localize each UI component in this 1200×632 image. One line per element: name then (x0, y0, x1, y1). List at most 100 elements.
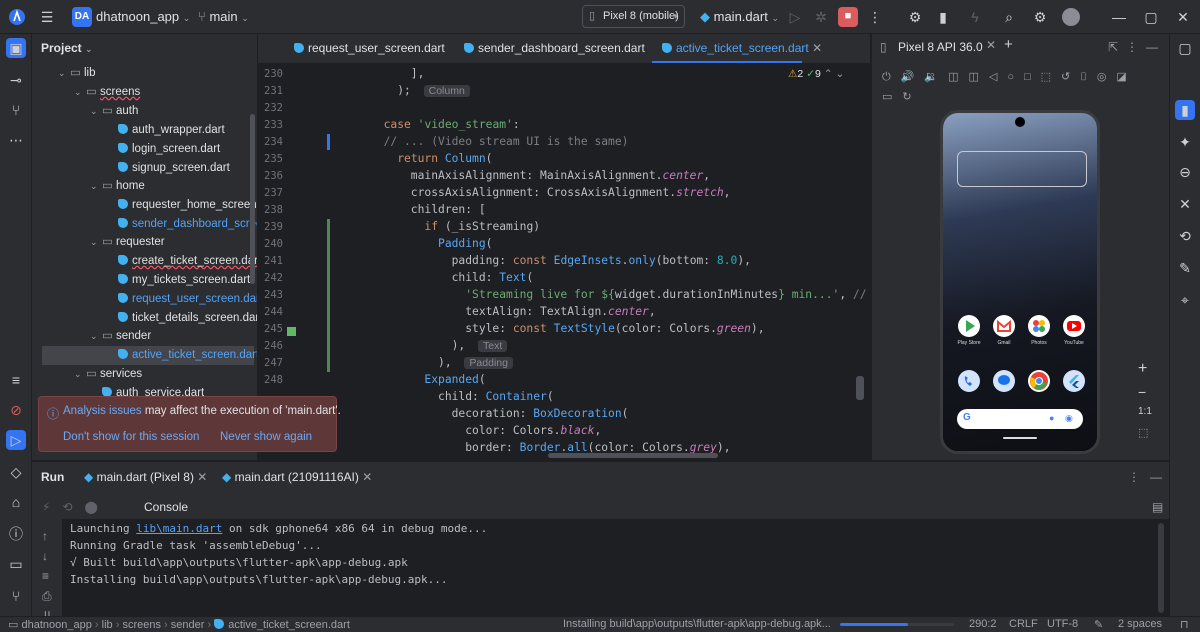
tree-file[interactable]: sender_dashboard_screen.dart (118, 215, 257, 234)
tab-sender-dashboard-screen[interactable]: sender_dashboard_screen.dart (464, 41, 645, 55)
device-selector[interactable]: ▯ Pixel 8 (mobile) ▾ (582, 5, 685, 28)
tree-folder-auth[interactable]: ⌄ ▭ auth (90, 102, 138, 121)
tree-file[interactable]: create_ticket_screen.dart (118, 252, 257, 271)
emulator-toolbar-2[interactable]: ▭↻ (882, 90, 922, 103)
color-swatch-green[interactable] (287, 327, 296, 336)
tab-request-user-screen[interactable]: request_user_screen.dart (294, 41, 445, 55)
analysis-issues-link[interactable]: Analysis issues (63, 405, 142, 417)
vcs-icon[interactable]: ⑂ (6, 586, 26, 606)
lock-icon[interactable]: ⊓ (1180, 618, 1189, 631)
close-tab-icon[interactable]: ✕ (812, 41, 822, 55)
tab-active-ticket-screen[interactable]: active_ticket_screen.dart ✕ (662, 41, 822, 55)
breadcrumb-item[interactable]: lib (102, 619, 113, 631)
device-manager-icon[interactable]: ▮ (934, 8, 952, 26)
run-tab-device2[interactable]: ◆ main.dart (21091116AI) ✕ (222, 470, 372, 484)
minimize-icon[interactable]: — (1110, 8, 1128, 26)
photos-app-icon[interactable] (1028, 315, 1050, 337)
youtube-app-icon[interactable] (1063, 315, 1085, 337)
close-icon[interactable]: ✕ (1174, 8, 1192, 26)
phone-frame[interactable]: Play Store Gmail Photos YouTube G ● ◉ (940, 110, 1100, 454)
close-tab-icon[interactable]: ✕ (197, 470, 207, 484)
gemini-icon[interactable]: ✦ (1175, 132, 1195, 152)
gmail-app-icon[interactable] (993, 315, 1015, 337)
close-tab-icon[interactable]: ✕ (986, 38, 996, 52)
tree-file[interactable]: my_tickets_screen.dart (118, 271, 250, 290)
phone-app-icon[interactable] (958, 370, 980, 392)
debug-icon[interactable]: ✲ (812, 8, 830, 26)
hot-reload-icon[interactable]: ⚙ (906, 8, 924, 26)
gem-icon[interactable]: ◇ (6, 462, 26, 482)
file-encoding[interactable]: UTF-8 (1047, 618, 1078, 630)
maximize-icon[interactable]: ▢ (1142, 8, 1160, 26)
indent-setting[interactable]: 2 spaces (1118, 618, 1162, 630)
more-tools-icon[interactable]: ⋯ (6, 130, 26, 150)
pen-icon[interactable]: ✎ (1175, 258, 1195, 278)
add-device-icon[interactable]: + (1004, 36, 1013, 53)
run-icon[interactable]: ▷ (786, 8, 804, 26)
dont-show-session-link[interactable]: Don't show for this session (63, 431, 199, 443)
console-link[interactable]: lib\main.dart (136, 522, 222, 535)
project-panel-title[interactable]: Project ⌄ (41, 41, 93, 55)
chevron-up-icon[interactable]: ⌃ (824, 68, 833, 80)
lens-icon[interactable]: ◉ (1065, 413, 1073, 424)
tree-file-selected[interactable]: active_ticket_screen.dart (42, 346, 257, 365)
device-tab-title[interactable]: Pixel 8 API 36.0 (898, 40, 983, 54)
breadcrumb[interactable]: ▭ dhatnoon_app › lib › screens › sender … (8, 618, 350, 631)
zoom-actual-size[interactable]: 1:1 (1138, 406, 1152, 417)
commit-icon[interactable]: ⊸ (6, 70, 26, 90)
run-tab-pixel8[interactable]: ◆ main.dart (Pixel 8) ✕ (84, 470, 207, 484)
tree-folder-lib[interactable]: ⌄ ▭ lib (58, 64, 96, 83)
mic-icon[interactable]: ● (1049, 413, 1054, 423)
tree-folder-sender[interactable]: ⌄ ▭ sender (90, 327, 151, 346)
run-toolbar[interactable]: ⚡⟲⬤ (42, 500, 110, 514)
main-menu-icon[interactable]: ☰ (38, 8, 56, 26)
run-config-dropdown[interactable]: ◆ main.dart ⌄ (700, 9, 779, 25)
pull-requests-icon[interactable]: ⑂ (6, 100, 26, 120)
no-analysis-icon[interactable]: ⊘ (6, 400, 26, 420)
tree-folder-home[interactable]: ⌄ ▭ home (90, 177, 145, 196)
tree-folder-requester[interactable]: ⌄ ▭ requester (90, 233, 165, 252)
caret-position[interactable]: 290:2 (969, 618, 997, 630)
inspection-widget[interactable]: ⚠2 ✓9 ⌃ ⌄ (788, 68, 844, 80)
link-icon[interactable]: ⊖ (1175, 162, 1195, 182)
branch-dropdown[interactable]: ⑂ main ⌄ (198, 9, 249, 24)
editor-h-scrollbar[interactable] (548, 453, 718, 458)
more-actions-icon[interactable]: ⋮ (866, 8, 884, 26)
editor-scrollbar[interactable] (856, 376, 864, 400)
console-side-toolbar[interactable]: ↑↓≡⎙⇊ (42, 526, 52, 626)
line-separator[interactable]: CRLF (1009, 618, 1038, 630)
never-show-again-link[interactable]: Never show again (220, 431, 312, 443)
project-badge[interactable]: DA (72, 7, 92, 27)
tools-icon[interactable]: ✕ (1175, 194, 1195, 214)
tree-file[interactable]: requester_home_screen.dart (118, 196, 257, 215)
tree-folder-screens[interactable]: ⌄ ▭ screens (74, 83, 140, 102)
background-task-text[interactable]: Installing build\app\outputs\flutter-apk… (563, 618, 831, 630)
problems-icon[interactable]: ⓘ (6, 524, 26, 544)
flash-icon[interactable]: ϟ (966, 8, 984, 26)
settings-gear-icon[interactable]: ⚙ (1031, 8, 1049, 26)
device-mirroring-icon[interactable]: ⟲ (1175, 226, 1195, 246)
tree-file[interactable]: auth_wrapper.dart (118, 121, 225, 140)
play-store-app-icon[interactable] (958, 315, 980, 337)
breadcrumb-item[interactable]: dhatnoon_app (21, 619, 91, 631)
stop-icon[interactable]: ■ (838, 7, 858, 27)
console-scrollbar[interactable] (1158, 523, 1164, 613)
code-editor[interactable]: ⚠2 ✓9 ⌃ ⌄ 230 231 232 233 234 235 236 23… (258, 64, 870, 460)
running-devices-icon[interactable]: ▮ (1175, 100, 1195, 120)
tree-file[interactable]: signup_screen.dart (118, 159, 230, 178)
zoom-out-icon[interactable]: − (1138, 384, 1146, 400)
layout-icon[interactable]: ▤ (1152, 500, 1163, 514)
at-a-glance-widget[interactable] (957, 151, 1087, 187)
minimize-panel-icon[interactable]: — (1146, 40, 1158, 54)
google-search-bar[interactable]: G ● ◉ (957, 409, 1083, 429)
avatar[interactable] (1062, 8, 1080, 26)
tree-file[interactable]: ticket_details_screen.dart (118, 309, 257, 328)
notifications-icon[interactable]: ▢ (1175, 38, 1195, 58)
console-tab[interactable]: Console (144, 500, 188, 514)
tree-file[interactable]: login_screen.dart (118, 140, 220, 159)
tree-scrollbar[interactable] (250, 114, 255, 284)
chevron-down-icon[interactable]: ⌄ (836, 68, 845, 80)
project-name-dropdown[interactable]: dhatnoon_app ⌄ (96, 9, 190, 24)
fit-screen-icon[interactable]: ⬚ (1138, 426, 1148, 439)
breadcrumb-item[interactable]: screens (122, 619, 161, 631)
